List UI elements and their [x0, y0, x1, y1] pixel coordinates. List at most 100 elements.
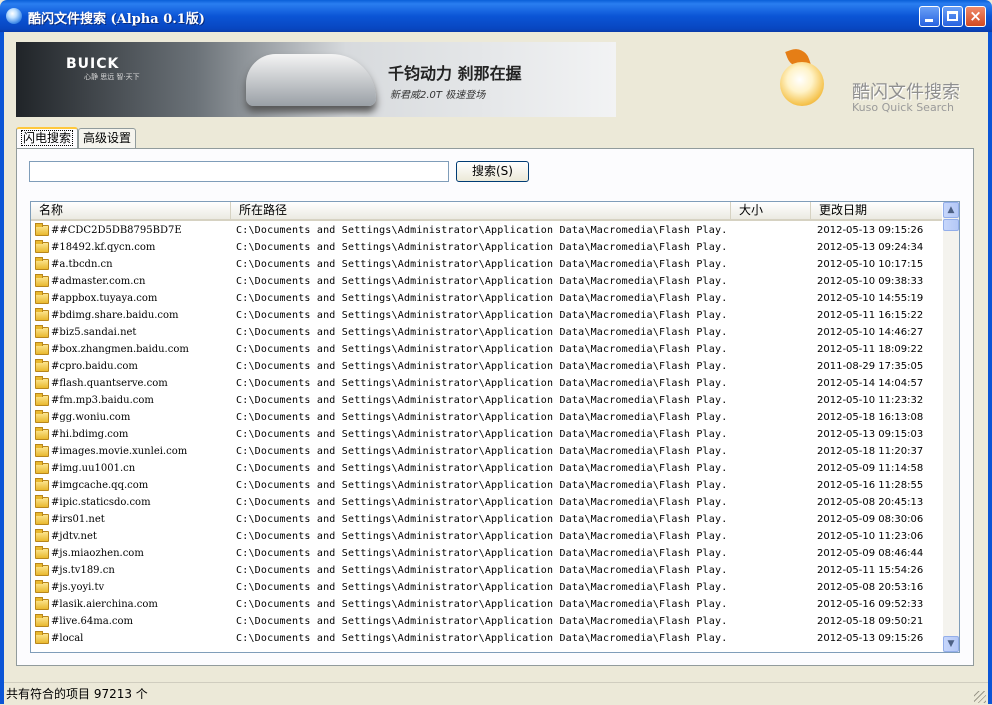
folder-icon: [35, 308, 49, 321]
cell-name: #biz5.sandai.net: [51, 327, 137, 338]
table-row[interactable]: #gg.woniu.com C:\Documents and Settings\A…: [31, 409, 942, 426]
search-input[interactable]: [29, 161, 449, 182]
column-header-name[interactable]: 名称: [31, 202, 231, 219]
close-button[interactable]: ×: [965, 6, 986, 27]
cell-path: C:\Documents and Settings\Administrator\…: [236, 463, 726, 474]
logo-subtitle: Kuso Quick Search: [852, 101, 954, 114]
folder-icon: [35, 274, 49, 287]
cell-path: C:\Documents and Settings\Administrator\…: [236, 548, 726, 559]
table-row[interactable]: #imgcache.qq.com C:\Documents and Setting…: [31, 477, 942, 494]
banner-ad[interactable]: BUICK 心静 思远 智·天下 千钧动力 刹那在握 新君威2.0T 极速登场: [16, 42, 616, 117]
cell-name: #box.zhangmen.baidu.com: [51, 344, 189, 355]
cell-date: 2012-05-13 09:15:26: [817, 225, 924, 236]
folder-icon: [35, 359, 49, 372]
cell-date: 2012-05-10 10:17:15: [817, 259, 924, 270]
cell-date: 2012-05-09 08:30:06: [817, 514, 924, 525]
folder-icon: [35, 529, 49, 542]
cell-date: 2012-05-16 09:52:33: [817, 599, 924, 610]
table-row[interactable]: #live.64ma.com C:\Documents and Settings\…: [31, 613, 942, 630]
cell-date: 2012-05-16 11:28:55: [817, 480, 924, 491]
table-row[interactable]: #js.miaozhen.com C:\Documents and Setting…: [31, 545, 942, 562]
table-row[interactable]: #bdimg.share.baidu.com C:\Documents and S…: [31, 307, 942, 324]
cell-path: C:\Documents and Settings\Administrator\…: [236, 531, 726, 542]
table-row[interactable]: #box.zhangmen.baidu.com C:\Documents and …: [31, 341, 942, 358]
title-bar[interactable]: 酷闪文件搜索 (Alpha 0.1版) ×: [0, 0, 992, 32]
cell-name: #admaster.com.cn: [51, 276, 146, 287]
folder-icon: [35, 597, 49, 610]
tab-advanced-settings[interactable]: 高级设置: [78, 128, 136, 148]
cell-name: #fm.mp3.baidu.com: [51, 395, 154, 406]
banner-headline: 千钧动力 刹那在握: [388, 64, 522, 83]
table-row[interactable]: #cpro.baidu.com C:\Documents and Settings…: [31, 358, 942, 375]
table-row[interactable]: #biz5.sandai.net C:\Documents and Setting…: [31, 324, 942, 341]
vertical-scrollbar[interactable]: ▲ ▼: [943, 202, 959, 652]
folder-icon: [35, 393, 49, 406]
column-header-size[interactable]: 大小: [731, 202, 811, 219]
cell-path: C:\Documents and Settings\Administrator\…: [236, 242, 726, 253]
folder-icon: [35, 257, 49, 270]
tab-label: 闪电搜索: [21, 130, 74, 146]
table-row[interactable]: #ipic.staticsdo.com C:\Documents and Sett…: [31, 494, 942, 511]
results-list[interactable]: 名称 所在路径 大小 更改日期 ##CDC2D5DB8795BD7E C:\Doc…: [30, 201, 960, 653]
banner-subline: 新君威2.0T 极速登场: [390, 90, 486, 101]
table-row[interactable]: #images.movie.xunlei.com C:\Documents and…: [31, 443, 942, 460]
folder-icon: [35, 444, 49, 457]
table-row[interactable]: ##CDC2D5DB8795BD7E C:\Documents and Setti…: [31, 222, 942, 239]
cell-path: C:\Documents and Settings\Administrator\…: [236, 378, 726, 389]
scroll-down-icon[interactable]: ▼: [943, 636, 959, 652]
cell-path: C:\Documents and Settings\Administrator\…: [236, 310, 726, 321]
cell-path: C:\Documents and Settings\Administrator\…: [236, 259, 726, 270]
folder-icon: [35, 563, 49, 576]
cell-path: C:\Documents and Settings\Administrator\…: [236, 480, 726, 491]
cell-path: C:\Documents and Settings\Administrator\…: [236, 497, 726, 508]
banner-brand: BUICK: [66, 56, 120, 72]
cell-path: C:\Documents and Settings\Administrator\…: [236, 616, 726, 627]
table-row[interactable]: #local C:\Documents and Settings\Administ…: [31, 630, 942, 647]
cell-name: #gg.woniu.com: [51, 412, 131, 423]
cell-name: #bdimg.share.baidu.com: [51, 310, 179, 321]
table-row[interactable]: #js.yoyi.tv C:\Documents and Settings\Adm…: [31, 579, 942, 596]
scroll-thumb[interactable]: [943, 219, 959, 231]
cell-name: #lasik.aierchina.com: [51, 599, 158, 610]
cell-path: C:\Documents and Settings\Administrator\…: [236, 633, 726, 644]
cell-date: 2012-05-08 20:53:16: [817, 582, 924, 593]
table-row[interactable]: #a.tbcdn.cn C:\Documents and Settings\Adm…: [31, 256, 942, 273]
table-row[interactable]: #lasik.aierchina.com C:\Documents and Set…: [31, 596, 942, 613]
table-row[interactable]: #hi.bdimg.com C:\Documents and Settings\A…: [31, 426, 942, 443]
column-header-date[interactable]: 更改日期: [811, 202, 942, 219]
cell-date: 2012-05-13 09:24:34: [817, 242, 924, 253]
scroll-up-icon[interactable]: ▲: [943, 202, 959, 218]
table-row[interactable]: #appbox.tuyaya.com C:\Documents and Setti…: [31, 290, 942, 307]
folder-icon: [35, 580, 49, 593]
cell-path: C:\Documents and Settings\Administrator\…: [236, 276, 726, 287]
cell-path: C:\Documents and Settings\Administrator\…: [236, 565, 726, 576]
minimize-icon: [925, 19, 933, 22]
resize-grip-icon[interactable]: [974, 691, 986, 703]
table-row[interactable]: #flash.quantserve.com C:\Documents and Se…: [31, 375, 942, 392]
search-button[interactable]: 搜索(S): [456, 161, 529, 182]
cell-path: C:\Documents and Settings\Administrator\…: [236, 446, 726, 457]
column-header-path[interactable]: 所在路径: [231, 202, 731, 219]
cell-name: #live.64ma.com: [51, 616, 133, 627]
cell-path: C:\Documents and Settings\Administrator\…: [236, 599, 726, 610]
cell-date: 2012-05-11 16:15:22: [817, 310, 924, 321]
table-row[interactable]: #fm.mp3.baidu.com C:\Documents and Settin…: [31, 392, 942, 409]
folder-icon: [35, 461, 49, 474]
folder-icon: [35, 631, 49, 644]
table-row[interactable]: #jdtv.net C:\Documents and Settings\Admin…: [31, 528, 942, 545]
cell-path: C:\Documents and Settings\Administrator\…: [236, 361, 726, 372]
cell-date: 2012-05-10 11:23:06: [817, 531, 924, 542]
cell-path: C:\Documents and Settings\Administrator\…: [236, 293, 726, 304]
table-row[interactable]: #irs01.net C:\Documents and Settings\Admi…: [31, 511, 942, 528]
table-row[interactable]: #18492.kf.qycn.com C:\Documents and Setti…: [31, 239, 942, 256]
table-row[interactable]: #js.tv189.cn C:\Documents and Settings\Ad…: [31, 562, 942, 579]
table-row[interactable]: #admaster.com.cn C:\Documents and Setting…: [31, 273, 942, 290]
cell-name: #local: [51, 633, 84, 644]
minimize-button[interactable]: [919, 6, 940, 27]
cell-name: #flash.quantserve.com: [51, 378, 168, 389]
maximize-icon: [947, 11, 958, 21]
table-row[interactable]: #img.uu1001.cn C:\Documents and Settings\…: [31, 460, 942, 477]
tab-quick-search[interactable]: 闪电搜索: [16, 127, 78, 148]
folder-icon: [35, 478, 49, 491]
maximize-button[interactable]: [942, 6, 963, 27]
